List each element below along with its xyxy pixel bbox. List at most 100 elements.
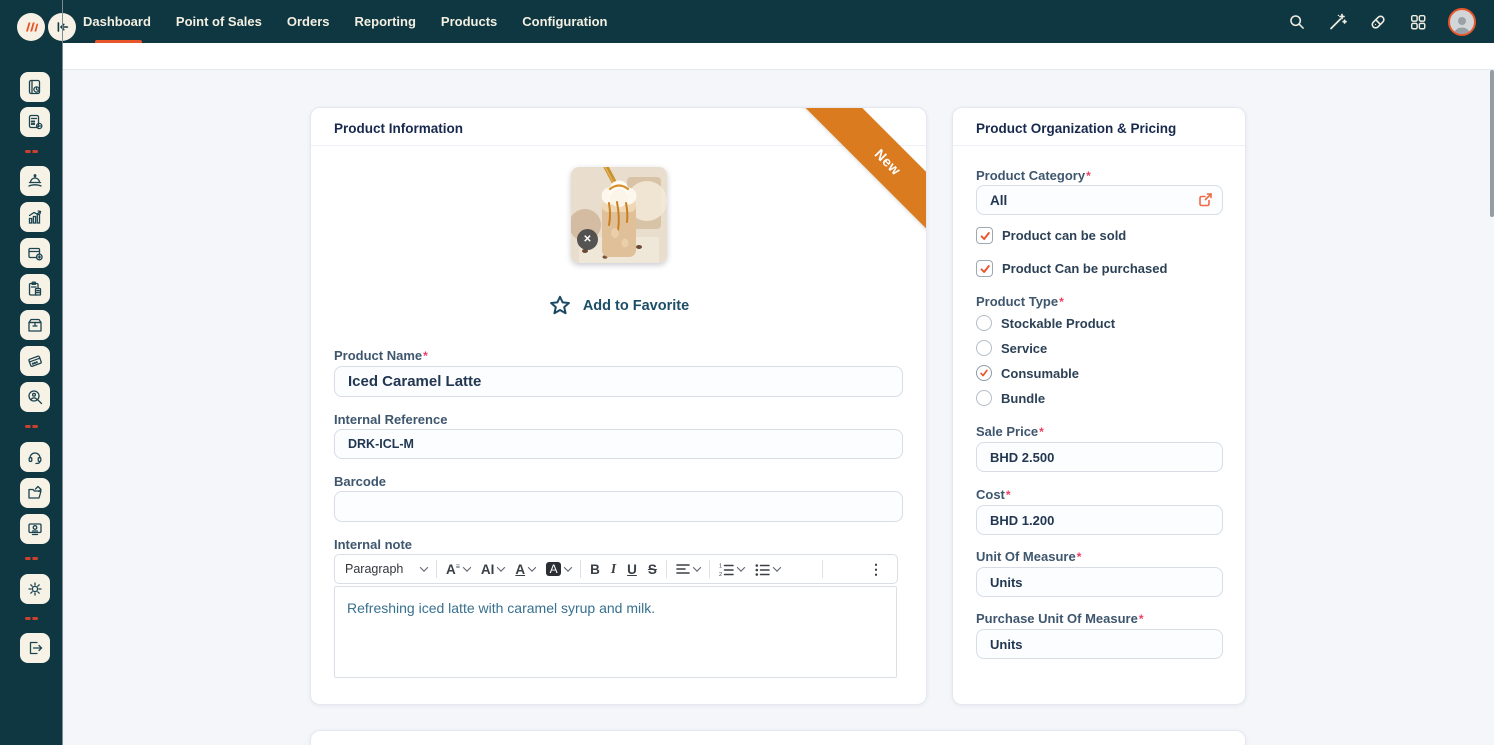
radio-unselected-icon — [976, 390, 992, 406]
logout-icon[interactable] — [20, 633, 50, 663]
numbered-list-icon: 1 2 — [719, 563, 734, 576]
numbered-list-button[interactable]: 1 2 — [717, 561, 746, 578]
checkbox-checked-icon — [976, 227, 993, 244]
bold-button[interactable]: B — [588, 560, 602, 579]
align-left-icon — [676, 563, 690, 575]
radio-stockable-product[interactable]: Stockable Product — [976, 315, 1115, 331]
next-section-card-partial — [310, 730, 1246, 745]
font-size-button[interactable]: A≡ — [444, 560, 472, 579]
richtext-toolbar: Paragraph A≡ AI A A B I U S — [334, 554, 898, 584]
purchase-unit-of-measure-input[interactable] — [976, 629, 1223, 659]
radio-consumable[interactable]: Consumable — [976, 365, 1079, 381]
align-button[interactable] — [674, 561, 702, 577]
headset-icon[interactable] — [20, 442, 50, 472]
internal-reference-input[interactable] — [334, 429, 903, 459]
clipboard-calc-icon[interactable] — [20, 274, 50, 304]
card-header-divider — [311, 145, 926, 146]
card-terminal-icon[interactable] — [20, 346, 50, 376]
underline-button[interactable]: U — [625, 560, 639, 579]
sales-chart-icon[interactable] — [20, 202, 50, 232]
package-icon[interactable] — [20, 310, 50, 340]
font-family-button[interactable]: AI — [479, 560, 507, 579]
left-sidebar — [0, 43, 62, 745]
internal-note-editor[interactable]: Refreshing iced latte with caramel syrup… — [334, 586, 897, 678]
folder-doc-icon[interactable] — [20, 478, 50, 508]
can-be-purchased-checkbox[interactable]: Product Can be purchased — [976, 260, 1167, 277]
strikethrough-button[interactable]: S — [646, 560, 659, 579]
product-category-label: Product Category* — [976, 168, 1091, 183]
product-name-input[interactable] — [334, 366, 903, 397]
chevron-down-icon — [420, 563, 428, 571]
product-category-field — [976, 185, 1223, 215]
chevron-down-icon — [463, 563, 471, 571]
cost-label: Cost* — [976, 487, 1011, 502]
star-icon — [548, 294, 572, 318]
svg-text:1: 1 — [719, 563, 722, 569]
apps-grid-icon[interactable] — [1409, 13, 1427, 31]
card-title: Product Organization & Pricing — [976, 121, 1176, 136]
register-book-icon[interactable] — [20, 72, 50, 102]
sidebar-separator — [25, 425, 38, 428]
unit-of-measure-input[interactable] — [976, 567, 1223, 597]
menu-item-point-of-sales[interactable]: Point of Sales — [176, 14, 262, 29]
toolbar-divider — [822, 560, 823, 578]
pill-icon[interactable] — [1368, 12, 1388, 32]
product-information-card: Product Information New ✕ — [310, 107, 927, 705]
toolbar-divider — [666, 560, 667, 578]
radio-service[interactable]: Service — [976, 340, 1047, 356]
calculator-icon[interactable] — [20, 107, 50, 137]
search-icon[interactable] — [1288, 13, 1306, 31]
bullet-list-button[interactable] — [753, 561, 782, 578]
unit-of-measure-label: Unit Of Measure* — [976, 549, 1081, 564]
logo-mark-icon — [23, 19, 39, 35]
menu-item-dashboard[interactable]: Dashboard — [83, 14, 151, 29]
sidebar-separator — [25, 557, 38, 560]
box-add-icon[interactable] — [20, 238, 50, 268]
search-person-icon[interactable] — [20, 382, 50, 412]
card-title: Product Information — [334, 121, 463, 136]
purchase-unit-of-measure-label: Purchase Unit Of Measure* — [976, 611, 1144, 626]
product-type-label: Product Type* — [976, 294, 1064, 309]
bullet-list-icon — [755, 563, 770, 576]
kebab-menu-icon[interactable]: ⋮ — [863, 561, 889, 578]
radio-selected-icon — [976, 365, 992, 381]
external-link-icon[interactable] — [1198, 192, 1213, 212]
navbar-actions — [1288, 0, 1476, 43]
radio-unselected-icon — [976, 340, 992, 356]
text-color-button[interactable]: A — [513, 560, 537, 579]
sidebar-separator — [25, 150, 38, 153]
product-category-input[interactable] — [976, 185, 1223, 215]
sale-price-input[interactable] — [976, 442, 1223, 472]
italic-button[interactable]: I — [609, 559, 618, 579]
screen-icon[interactable] — [20, 514, 50, 544]
paragraph-style-select[interactable]: Paragraph — [343, 560, 429, 578]
highlight-color-button[interactable]: A — [544, 560, 573, 578]
toolbar-divider — [436, 560, 437, 578]
sidebar-border-line — [62, 0, 63, 745]
can-be-sold-checkbox[interactable]: Product can be sold — [976, 227, 1126, 244]
barcode-input[interactable] — [334, 491, 903, 522]
radio-bundle[interactable]: Bundle — [976, 390, 1045, 406]
chevron-down-icon — [497, 563, 505, 571]
toolbar-divider — [580, 560, 581, 578]
app-logo[interactable] — [17, 13, 45, 41]
product-organization-pricing-card: Product Organization & Pricing Product C… — [952, 107, 1246, 705]
magic-wand-icon[interactable] — [1327, 12, 1347, 32]
menu-item-reporting[interactable]: Reporting — [355, 14, 416, 29]
menu-item-products[interactable]: Products — [441, 14, 497, 29]
checkbox-checked-icon — [976, 260, 993, 277]
hand-serving-icon[interactable] — [20, 166, 50, 196]
user-avatar[interactable] — [1448, 8, 1476, 36]
radio-unselected-icon — [976, 315, 992, 331]
barcode-label: Barcode — [334, 474, 386, 489]
favorite-label: Add to Favorite — [583, 298, 689, 314]
new-ribbon: New — [796, 107, 927, 254]
menu-item-orders[interactable]: Orders — [287, 14, 330, 29]
vertical-scrollbar[interactable] — [1490, 70, 1494, 217]
remove-image-button[interactable]: ✕ — [577, 229, 598, 250]
menu-item-configuration[interactable]: Configuration — [522, 14, 607, 29]
gear-icon[interactable] — [20, 574, 50, 604]
cost-input[interactable] — [976, 505, 1223, 535]
chevron-down-icon — [528, 563, 536, 571]
add-to-favorite-button[interactable]: Add to Favorite — [311, 294, 926, 318]
